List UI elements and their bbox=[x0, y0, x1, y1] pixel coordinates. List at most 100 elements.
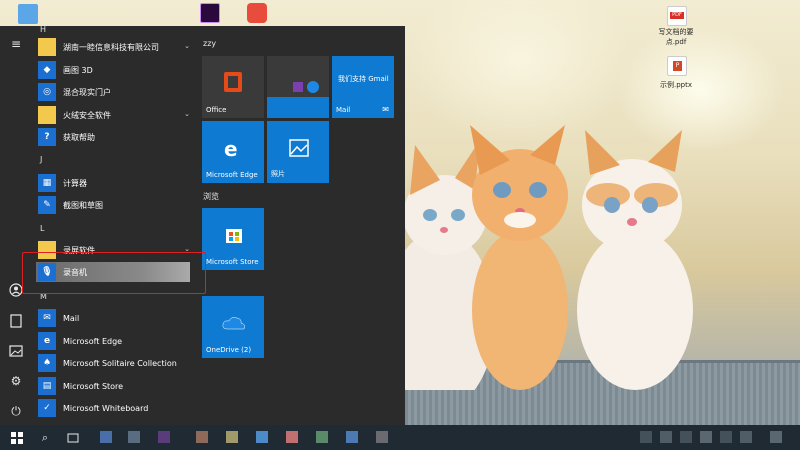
letter-header-h[interactable]: H bbox=[40, 26, 46, 34]
whiteboard-icon: ✓ bbox=[38, 399, 56, 417]
tile-label: 照片 bbox=[271, 170, 285, 178]
app-label: 截图和草图 bbox=[63, 200, 103, 210]
taskbar-app-icon[interactable] bbox=[196, 431, 208, 443]
documents-icon[interactable] bbox=[8, 313, 24, 329]
app-item[interactable]: ▤ Microsoft Store bbox=[38, 376, 198, 396]
system-tray-icon[interactable] bbox=[640, 431, 652, 443]
tile-label: Microsoft Edge bbox=[206, 171, 258, 179]
tile-label: Microsoft Store bbox=[206, 258, 259, 266]
tile-mail[interactable]: 我们支持 Gmail Mail ✉ bbox=[332, 56, 394, 118]
premiere-icon[interactable] bbox=[200, 3, 220, 23]
pptx-badge: P bbox=[673, 61, 682, 71]
pictures-icon[interactable] bbox=[8, 343, 24, 359]
pptx-file-icon[interactable]: P bbox=[667, 56, 687, 76]
taskbar-app-icon[interactable] bbox=[316, 431, 328, 443]
mail-icon: ✉ bbox=[382, 105, 389, 114]
mail-promo-text: 我们支持 Gmail bbox=[338, 75, 389, 83]
system-tray-icon[interactable] bbox=[740, 431, 752, 443]
taskbar-app-icon[interactable] bbox=[226, 431, 238, 443]
app-label: 获取帮助 bbox=[63, 132, 95, 142]
app-item[interactable]: ? 获取帮助 bbox=[38, 127, 198, 147]
app-label: 画图 3D bbox=[63, 65, 93, 75]
calculator-icon: ▦ bbox=[38, 174, 56, 192]
power-icon[interactable]: ⏻ bbox=[8, 403, 24, 419]
taskbar-app-icon[interactable] bbox=[286, 431, 298, 443]
taskbar-app-icon[interactable] bbox=[158, 431, 170, 443]
task-view-icon[interactable] bbox=[64, 429, 82, 447]
app-item[interactable]: ▦ 计算器 bbox=[38, 173, 198, 193]
app-item[interactable]: ✉ Mail bbox=[38, 308, 198, 328]
folder-icon bbox=[38, 106, 56, 124]
tile-label: Mail bbox=[336, 106, 351, 114]
office-icon bbox=[224, 72, 242, 92]
tile-edge[interactable]: e Microsoft Edge bbox=[202, 121, 264, 183]
tile-office[interactable]: Office bbox=[202, 56, 264, 118]
taskbar-app-icon[interactable] bbox=[100, 431, 112, 443]
paint-3d-icon: ◆ bbox=[38, 61, 56, 79]
pdf-file-icon[interactable]: PDF bbox=[667, 6, 687, 26]
settings-gear-icon[interactable]: ⚙ bbox=[8, 373, 24, 389]
app-item[interactable]: ◎ 混合现实门户 bbox=[38, 82, 198, 102]
system-tray-icon[interactable] bbox=[720, 431, 732, 443]
taskbar: ⌕ bbox=[0, 425, 800, 450]
chevron-down-icon: ⌄ bbox=[184, 42, 190, 50]
mixed-reality-icon: ◎ bbox=[38, 83, 56, 101]
app-label: Microsoft Edge bbox=[63, 336, 123, 346]
taskbar-app-icon[interactable] bbox=[346, 431, 358, 443]
store-icon: ▤ bbox=[38, 377, 56, 395]
hamburger-menu-icon[interactable]: ≡ bbox=[8, 36, 24, 52]
tile-accent-bar bbox=[267, 97, 329, 118]
folder-icon bbox=[38, 38, 56, 56]
pdf-file-label[interactable]: 写文档的要 点.pdf bbox=[645, 27, 707, 47]
search-icon[interactable]: ⌕ bbox=[36, 429, 54, 447]
app-item[interactable]: 火绒安全软件 ⌄ bbox=[38, 105, 198, 125]
tile-photos[interactable]: 照片 bbox=[267, 121, 329, 183]
system-tray-icon[interactable] bbox=[680, 431, 692, 443]
app-label: 湖南一睦信息科技有限公司 bbox=[63, 42, 159, 52]
start-menu: ≡ ⚙ ⏻ H 湖南一睦信息科技有限公司 ⌄ ◆ 画图 3D ◎ 混合现实门户 bbox=[0, 26, 405, 425]
app-item[interactable]: e Microsoft Edge bbox=[38, 331, 198, 351]
app-list: H 湖南一睦信息科技有限公司 ⌄ ◆ 画图 3D ◎ 混合现实门户 火绒安全软件… bbox=[32, 26, 200, 425]
get-help-icon: ? bbox=[38, 128, 56, 146]
app-item[interactable]: 湖南一睦信息科技有限公司 ⌄ bbox=[38, 37, 198, 57]
tile-group-label[interactable]: 浏览 bbox=[203, 191, 219, 202]
highlight-box bbox=[22, 252, 206, 294]
letter-header-l[interactable]: L bbox=[40, 224, 44, 233]
pptx-file-label[interactable]: 示例.pptx bbox=[645, 80, 707, 90]
tile-store[interactable]: Microsoft Store bbox=[202, 208, 264, 270]
letter-header-j[interactable]: J bbox=[40, 155, 42, 164]
app-label: Microsoft Solitaire Collection bbox=[63, 358, 177, 368]
windows-icon[interactable] bbox=[8, 429, 26, 447]
app-label: Microsoft Whiteboard bbox=[63, 403, 149, 413]
edge-icon: e bbox=[224, 137, 238, 161]
system-tray-icon[interactable] bbox=[700, 431, 712, 443]
edge-icon: e bbox=[38, 332, 56, 350]
start-side-rail: ≡ ⚙ ⏻ bbox=[0, 26, 32, 425]
onenote-icon bbox=[293, 82, 303, 92]
snip-sketch-icon: ✎ bbox=[38, 196, 56, 214]
tile-onedrive[interactable]: OneDrive (2) bbox=[202, 296, 264, 358]
tile-label: OneDrive (2) bbox=[206, 346, 252, 354]
store-icon bbox=[226, 229, 242, 243]
chevron-down-icon: ⌄ bbox=[184, 110, 190, 118]
system-tray-icon[interactable] bbox=[660, 431, 672, 443]
app-item[interactable]: ✎ 截图和草图 bbox=[38, 195, 198, 215]
tile-office-apps-folder[interactable] bbox=[267, 56, 329, 118]
mail-icon: ✉ bbox=[38, 309, 56, 327]
skype-icon bbox=[307, 81, 319, 93]
app-label: 火绒安全软件 bbox=[63, 110, 111, 120]
tile-group-label[interactable]: zzy bbox=[203, 39, 216, 48]
app-item[interactable]: ◆ 画图 3D bbox=[38, 60, 198, 80]
pdf-badge: PDF bbox=[670, 12, 684, 19]
app-item[interactable]: ✓ Microsoft Whiteboard bbox=[38, 398, 198, 418]
taskbar-app-icon[interactable] bbox=[128, 431, 140, 443]
app-item[interactable]: ♠ Microsoft Solitaire Collection bbox=[38, 353, 198, 373]
this-pc-icon[interactable] bbox=[18, 4, 38, 24]
wps-icon[interactable] bbox=[247, 3, 267, 23]
app-label: Mail bbox=[63, 313, 80, 323]
notification-icon[interactable] bbox=[770, 431, 782, 443]
taskbar-app-icon[interactable] bbox=[376, 431, 388, 443]
taskbar-app-icon[interactable] bbox=[256, 431, 268, 443]
app-label: 混合现实门户 bbox=[63, 87, 111, 97]
solitaire-icon: ♠ bbox=[38, 354, 56, 372]
